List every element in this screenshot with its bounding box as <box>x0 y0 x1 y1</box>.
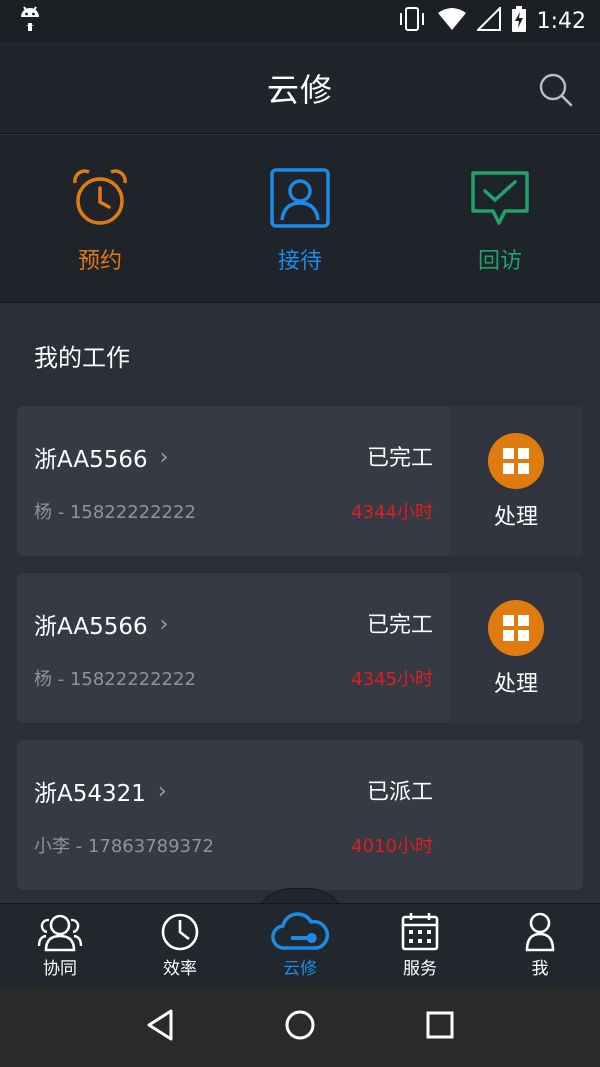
work-order-card[interactable]: 浙A54321 › 已派工 小李 - 17863789372 4010小时 <box>17 740 583 890</box>
shortcut-label: 回访 <box>477 249 522 274</box>
process-button[interactable]: 处理 <box>449 406 583 556</box>
signal-icon <box>475 5 501 35</box>
wifi-icon <box>437 7 467 35</box>
contact-info: 杨 - 15822222222 <box>34 669 196 690</box>
process-label: 处理 <box>493 672 538 697</box>
people-icon <box>37 914 83 952</box>
contact-info: 小李 - 17863789372 <box>34 836 214 857</box>
work-order-info[interactable]: 浙AA5566 › 已完工 杨 - 15822222222 4345小时 <box>17 573 449 723</box>
person-icon <box>525 912 555 952</box>
tab-service[interactable]: 服务 <box>360 904 480 987</box>
android-icon <box>18 5 42 37</box>
shortcut-appointment[interactable]: 预约 <box>0 135 200 302</box>
tab-me[interactable]: 我 <box>480 904 600 987</box>
recents-square-icon <box>426 1011 454 1039</box>
plate-number: 浙AA5566 <box>34 447 148 473</box>
work-order-info[interactable]: 浙A54321 › 已派工 小李 - 17863789372 4010小时 <box>17 740 449 890</box>
process-button[interactable]: 处理 <box>449 573 583 723</box>
battery-charging-icon <box>511 6 527 36</box>
work-order-info[interactable]: 浙AA5566 › 已完工 杨 - 15822222222 4344小时 <box>17 406 449 556</box>
plate-number: 浙A54321 <box>34 781 146 807</box>
page-title: 云修 <box>266 70 333 109</box>
status-time: 1:42 <box>536 8 586 34</box>
calendar-icon <box>401 913 439 951</box>
chevron-right-icon: › <box>159 444 169 470</box>
status-badge: 已派工 <box>366 780 433 805</box>
shortcut-label: 预约 <box>77 249 122 274</box>
grid-icon <box>488 600 544 656</box>
tab-collaboration[interactable]: 协同 <box>0 904 120 987</box>
app-bar: 云修 <box>0 42 600 134</box>
chevron-right-icon: › <box>159 611 169 637</box>
system-nav-bar <box>0 987 600 1067</box>
home-circle-icon <box>285 1010 315 1040</box>
shortcut-label: 接待 <box>277 249 322 274</box>
status-badge: 已完工 <box>366 613 433 638</box>
search-icon <box>539 73 573 107</box>
tab-efficiency[interactable]: 效率 <box>120 904 240 987</box>
grid-icon <box>488 433 544 489</box>
shortcut-reception[interactable]: 接待 <box>200 135 400 302</box>
vibrate-icon <box>397 7 427 35</box>
tab-label: 服务 <box>403 959 437 979</box>
bottom-tab-bar: 协同 效率 云修 服务 我 <box>0 903 600 987</box>
elapsed-hours: 4344小时 <box>351 502 433 523</box>
cloud-wrench-icon <box>271 912 329 950</box>
home-button[interactable] <box>283 1008 317 1046</box>
back-button[interactable] <box>143 1008 177 1046</box>
person-frame-icon <box>270 168 330 228</box>
elapsed-hours: 4010小时 <box>351 836 433 857</box>
search-button[interactable] <box>536 70 576 110</box>
tab-label: 效率 <box>163 959 197 979</box>
chevron-right-icon: › <box>157 778 167 804</box>
work-order-card[interactable]: 浙AA5566 › 已完工 杨 - 15822222222 4344小时 处理 <box>17 406 583 556</box>
plate-link[interactable]: 浙A54321 › <box>34 774 167 808</box>
plate-link[interactable]: 浙AA5566 › <box>34 607 168 641</box>
shortcut-panel: 预约 接待 回访 <box>0 135 600 303</box>
recents-button[interactable] <box>423 1008 457 1046</box>
back-triangle-icon <box>147 1009 173 1041</box>
alarm-clock-icon <box>73 169 127 225</box>
status-badge: 已完工 <box>366 446 433 471</box>
tab-label: 协同 <box>43 959 77 979</box>
contact-info: 杨 - 15822222222 <box>34 502 196 523</box>
elapsed-hours: 4345小时 <box>351 669 433 690</box>
tab-label: 我 <box>531 959 549 979</box>
tab-label: 云修 <box>283 959 317 979</box>
message-check-icon <box>471 171 529 225</box>
shortcut-followup[interactable]: 回访 <box>400 135 600 302</box>
tab-yunxiu[interactable]: 云修 <box>240 904 360 987</box>
process-label: 处理 <box>493 505 538 530</box>
plate-link[interactable]: 浙AA5566 › <box>34 440 168 474</box>
clock-icon <box>161 913 199 951</box>
work-order-card[interactable]: 浙AA5566 › 已完工 杨 - 15822222222 4345小时 处理 <box>17 573 583 723</box>
section-title: 我的工作 <box>34 344 130 372</box>
status-bar: 1:42 <box>0 0 600 42</box>
plate-number: 浙AA5566 <box>34 614 148 640</box>
